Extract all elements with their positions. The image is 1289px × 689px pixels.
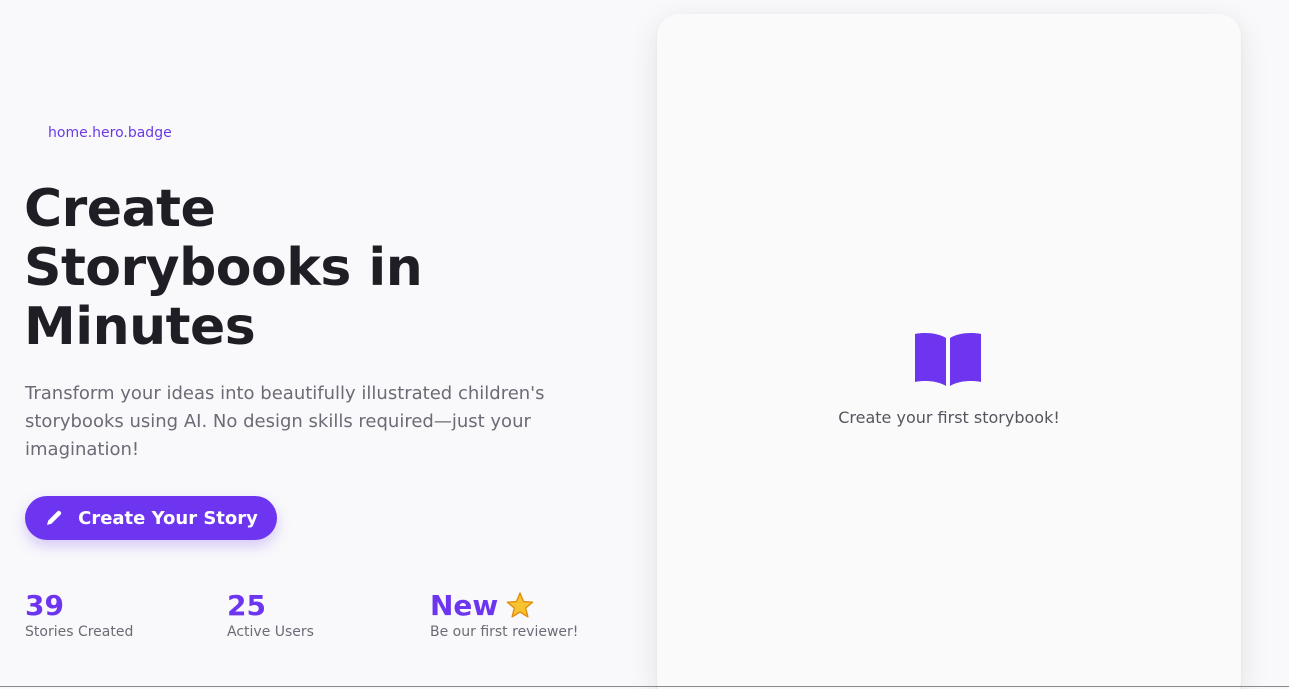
preview-empty-text: Create your first storybook! xyxy=(838,408,1060,427)
stat-value-text: 39 xyxy=(25,589,64,622)
stat-label: Active Users xyxy=(227,624,314,640)
stat-value: 25 xyxy=(227,588,427,624)
open-book-icon xyxy=(915,333,981,386)
divider xyxy=(0,686,1289,687)
stat-label: Stories Created xyxy=(25,624,134,640)
create-your-story-button[interactable]: Create Your Story xyxy=(25,496,277,540)
storybook-preview-card: Create your first storybook! xyxy=(657,14,1241,689)
stat-stories-created: 39 Stories Created xyxy=(25,588,225,640)
stat-label: Be our first reviewer! xyxy=(430,624,579,640)
stat-value: New xyxy=(430,588,630,624)
hero-badge: home.hero.badge xyxy=(48,125,172,141)
hero-subtitle: Transform your ideas into beautifully il… xyxy=(25,383,545,460)
stat-active-users: 25 Active Users xyxy=(227,588,427,640)
stat-value-text: 25 xyxy=(227,589,266,622)
create-your-story-label: Create Your Story xyxy=(78,507,258,529)
stat-reviews: New Be our first reviewer! xyxy=(430,588,630,640)
home-page: home.hero.badge Create Storybooks in Min… xyxy=(0,0,1289,689)
stat-value-text: New xyxy=(430,589,499,622)
hero-title: Create Storybooks in Minutes xyxy=(24,179,423,357)
pencil-icon xyxy=(47,510,62,525)
star-icon xyxy=(506,592,534,618)
stat-value: 39 xyxy=(25,588,225,624)
